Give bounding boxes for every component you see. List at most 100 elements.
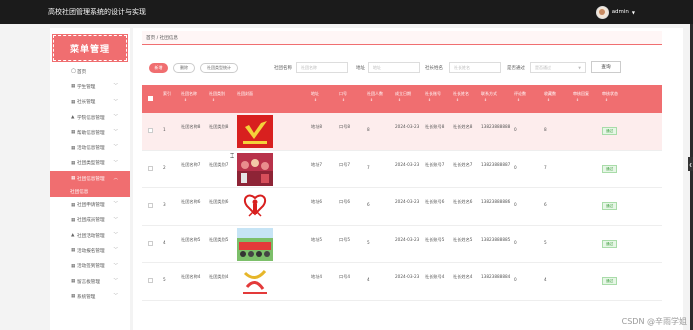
cell-addr: 地址6 [311, 199, 323, 204]
chevron-down-icon: ﹀ [113, 145, 119, 151]
cell-idx: 2 [163, 164, 166, 170]
chevron-down-icon: ﹀ [113, 232, 119, 238]
cell-favs: 8 [544, 127, 547, 132]
sidebar-item-label: 学院信息管理 [77, 115, 105, 121]
breadcrumb: 首页 / 社团信息 [142, 31, 662, 45]
cell-name: 社团名称5 [181, 236, 201, 242]
sidebar-item-label: 留言板管理 [77, 279, 100, 285]
row-checkbox[interactable] [142, 188, 160, 226]
status-badge: 通过 [599, 113, 627, 151]
column-header: 社长账号 ⇕ [422, 85, 450, 113]
sidebar-item[interactable]: ▦ 活动签到管理 ﹀ [50, 259, 130, 274]
cell-leader: 社长姓名4 [453, 274, 473, 279]
select-all-checkbox[interactable] [142, 85, 160, 113]
leader-filter-input[interactable]: 社长姓名 [449, 62, 501, 73]
table-row[interactable]: 5 社团名称4 社团类别4 地址4 口号4 4 2024-03-23 社长账号4 社长姓名4 13… [142, 263, 662, 301]
status-badge: 通过 [599, 188, 627, 226]
add-button[interactable]: 新增 [149, 63, 168, 73]
sort-icon: ⇕ [576, 98, 579, 102]
sort-icon: ⇕ [314, 98, 317, 102]
row-checkbox[interactable] [142, 151, 160, 189]
sidebar-item[interactable]: ▦ 帮助信息管理 ﹀ [50, 125, 130, 140]
type-stats-button[interactable]: 社团类型统计 [200, 63, 238, 73]
column-header: 口号 ⇕ [336, 85, 364, 113]
cell-phone: 13823888884 [481, 274, 511, 279]
sort-icon: ⇕ [456, 98, 459, 102]
chevron-down-icon: ﹀ [113, 278, 119, 284]
chevron-down-icon: ﹀ [113, 130, 119, 136]
cell-members: 4 [367, 277, 370, 282]
sidebar-item[interactable]: ▲ 社团活动管理 ﹀ [50, 228, 130, 243]
sidebar-item-label: 社团信息管理 [77, 176, 105, 182]
table-row[interactable]: 1 社团名称8 社团类别8 地址8 口号8 8 2024-03-23 社长账号8 社长姓名8 13… [142, 113, 662, 151]
approved-filter-label: 是否通过 [507, 66, 525, 71]
chevron-down-icon: ﹀ [113, 160, 119, 166]
watermark: CSDN @辛雨学姐 [621, 317, 687, 326]
approved-filter-select[interactable]: 是否通过 ▼ [530, 62, 586, 73]
name-filter-input[interactable]: 社团名称 [296, 62, 348, 73]
table-row[interactable]: 4 社团名称5 社团类别5 地址5 口号5 5 2024-03-23 社长账号5 社长姓名5 13… [142, 225, 662, 264]
sort-icon: ⇕ [605, 98, 608, 102]
sidebar-item[interactable]: ▦ 社团申请管理 ﹀ [50, 197, 130, 212]
cell-type: 社团类别6 [209, 199, 229, 204]
sidebar-item[interactable]: ▦ 活动信息管理 ﹀ [50, 140, 130, 155]
address-filter-input[interactable]: 地址 [368, 62, 420, 73]
row-checkbox[interactable] [142, 226, 160, 264]
sidebar-item[interactable]: ▲ 学院信息管理 ﹀ [50, 110, 130, 125]
delete-button[interactable]: 删除 [173, 63, 195, 73]
table-row[interactable]: 3 社团名称6 社团类别6 地址6 口号6 6 2024-03-23 社长账号6 社长姓名6 13… [142, 188, 662, 226]
cell-account: 社长账号4 [425, 274, 445, 279]
cell-favs: 5 [544, 239, 547, 245]
cell-type: 社团类别8 [209, 124, 229, 129]
row-checkbox[interactable] [142, 113, 160, 151]
sort-icon: ⇕ [428, 98, 431, 102]
cell-slogan: 口号4 [339, 274, 351, 279]
sort-icon: ⇕ [184, 98, 187, 102]
address-filter-label: 地址 [356, 66, 365, 71]
sidebar-item[interactable]: ▦ 留言板管理 ﹀ [50, 274, 130, 289]
cell-reply [570, 188, 599, 226]
cell-type: 社团类别4 [209, 274, 229, 279]
sidebar-item-label: 社团活动管理 [77, 233, 105, 239]
collapse-handle[interactable]: ❮ [688, 157, 693, 171]
cell-addr: 地址5 [311, 236, 323, 242]
row-checkbox[interactable] [142, 263, 160, 301]
sidebar-item-label: 活动报名管理 [77, 248, 105, 254]
sidebar-item[interactable]: ▦ 社团类型管理 ﹀ [50, 156, 130, 171]
sidebar-item[interactable]: ▦ 社团信息管理 ︿ [50, 171, 130, 187]
sidebar-item-label: 学生管理 [77, 84, 96, 90]
sidebar-subitem[interactable]: 社团信息 [50, 186, 130, 198]
column-header: 审核状态 ⇕ [599, 85, 627, 113]
sidebar-item[interactable]: ◯ 首页 [50, 64, 130, 79]
sidebar-item-label: 社团信息 [70, 189, 89, 195]
cell-slogan: 口号6 [339, 199, 351, 204]
column-header: 社长姓名 ⇕ [450, 85, 478, 113]
sort-icon: ⇕ [342, 98, 345, 102]
status-badge: 通过 [599, 263, 627, 301]
sidebar-item-label: 社团申请管理 [77, 203, 105, 209]
search-button[interactable]: 查询 [591, 61, 621, 73]
column-header: 评论数 ⇕ [511, 85, 541, 113]
sort-icon: ⇕ [370, 98, 373, 102]
club-cover-image [234, 113, 308, 151]
table-row[interactable]: 2 社团名称7 社团类别7 地址7 口号7 7 2024-03-23 社长账号7 社长姓名7 13… [142, 150, 662, 189]
cell-favs: 4 [544, 277, 547, 282]
cell-type: 社团类别5 [209, 236, 229, 242]
sidebar-item[interactable]: ▦ 系统管理 ﹀ [50, 289, 130, 304]
user-menu[interactable]: admin ▼ [595, 5, 635, 19]
sidebar-item-label: 社团类型管理 [77, 161, 105, 167]
sidebar-item[interactable]: ▦ 学生管理 ﹀ [50, 79, 130, 94]
sidebar-item[interactable]: ▦ 社长管理 ﹀ [50, 95, 130, 110]
breadcrumb-text: 首页 / 社团信息 [146, 35, 179, 41]
cell-favs: 7 [544, 164, 547, 170]
cell-date: 2024-03-23 [395, 124, 420, 129]
sidebar-item-label: 社团成员管理 [77, 218, 105, 224]
chevron-down-icon: ﹀ [113, 84, 119, 90]
column-header: 索引 [163, 91, 171, 96]
sidebar-item[interactable]: ▦ 社团成员管理 ﹀ [50, 213, 130, 228]
cell-date: 2024-03-23 [395, 274, 420, 279]
sort-icon: ⇕ [398, 98, 401, 102]
cell-comments: 0 [514, 164, 517, 170]
sidebar-item[interactable]: ▦ 活动报名管理 ﹀ [50, 243, 130, 258]
cell-name: 社团名称6 [181, 199, 201, 204]
